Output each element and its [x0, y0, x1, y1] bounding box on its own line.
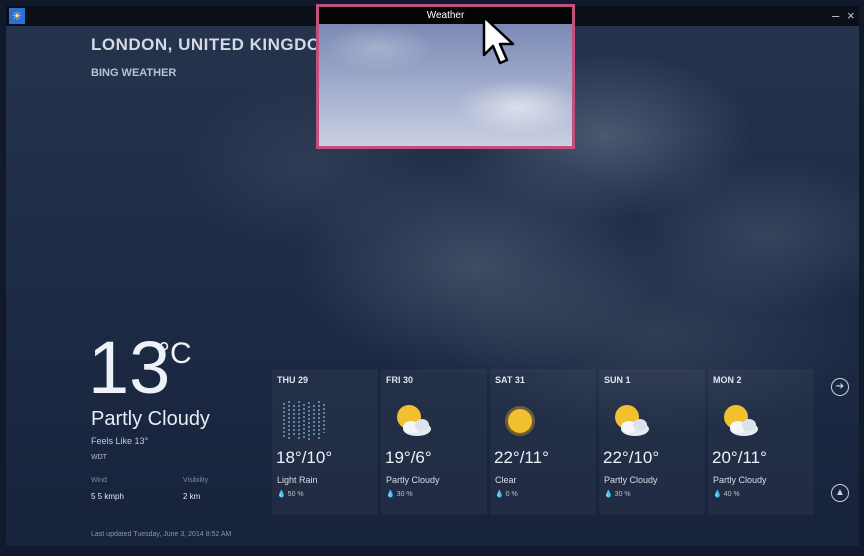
forecast-temp: 20°/11°: [712, 448, 767, 467]
drop-icon: 💧: [386, 491, 395, 498]
provider-label: BING WEATHER: [91, 67, 177, 79]
forecast-day[interactable]: THU 29 18°/10° Light Rain 💧 50 %: [272, 369, 378, 515]
forecast-precip: 💧 0 %: [495, 490, 518, 498]
current-condition: Partly Cloudy: [91, 408, 210, 430]
forecast-day[interactable]: MON 2 20°/11° Partly Cloudy 💧 40 %: [708, 369, 814, 515]
city-name: LONDON, UNITED KINGDOM: [91, 35, 336, 54]
last-updated: Last updated Tuesday, June 3, 2014 8:52 …: [91, 531, 232, 538]
forecast-day-name: MON 2: [713, 375, 742, 385]
forecast-precip: 💧 30 %: [386, 490, 413, 498]
drop-icon: 💧: [713, 491, 722, 498]
drop-icon: 💧: [277, 491, 286, 498]
close-button[interactable]: ×: [847, 7, 855, 25]
minimize-button[interactable]: –: [832, 7, 839, 25]
precip-value: 30 %: [396, 491, 413, 498]
partly-cloudy-icon: [615, 405, 649, 436]
forecast-day[interactable]: SAT 31 22°/11° Clear 💧 0 %: [490, 369, 596, 515]
preview-title: Weather: [319, 7, 572, 24]
visibility-label: Visibility: [183, 477, 209, 484]
weather-station: WDT: [91, 454, 107, 461]
forecast-day[interactable]: SUN 1 22°/10° Partly Cloudy 💧 30 %: [599, 369, 705, 515]
weather-app-icon: ☀: [9, 8, 25, 24]
forecast-desc: Partly Cloudy: [604, 475, 658, 485]
forecast-temp: 22°/10°: [603, 448, 660, 467]
precip-value: 40 %: [723, 491, 740, 498]
visibility-value: 2 km: [183, 492, 201, 501]
drop-icon: 💧: [604, 491, 613, 498]
partly-cloudy-icon: [724, 405, 758, 436]
precip-value: 0 %: [505, 491, 518, 498]
forecast-precip: 💧 40 %: [713, 490, 740, 498]
forecast-precip: 💧 50 %: [277, 490, 304, 498]
scroll-left-icon[interactable]: <: [12, 545, 17, 546]
feels-like: Feels Like 13°: [91, 436, 149, 446]
precip-value: 30 %: [614, 491, 631, 498]
forecast-day[interactable]: FRI 30 19°/6° Partly Cloudy 💧 30 %: [381, 369, 487, 515]
temperature-unit[interactable]: °C: [158, 337, 192, 371]
wind-value: 5 5 kmph: [91, 492, 124, 501]
window-thumbnail-preview[interactable]: Weather: [316, 4, 575, 149]
forecast-day-name: SAT 31: [495, 375, 525, 385]
forecast-desc: Light Rain: [277, 475, 318, 485]
forecast-temp: 18°/10°: [276, 448, 333, 467]
drop-icon: 💧: [495, 491, 504, 498]
scroll-up-icon[interactable]: ▲: [831, 484, 849, 502]
mouse-cursor-icon: [482, 15, 515, 65]
wind-label: Wind: [91, 477, 107, 484]
forecast-day-name: SUN 1: [604, 375, 631, 385]
precip-value: 50 %: [287, 491, 304, 498]
forecast-desc: Partly Cloudy: [386, 475, 440, 485]
next-arrow-icon[interactable]: ➔: [831, 378, 849, 396]
forecast-day-name: FRI 30: [386, 375, 414, 385]
forecast-precip: 💧 30 %: [604, 490, 631, 498]
rain-icon: [283, 401, 325, 441]
forecast-day-name: THU 29: [277, 375, 309, 385]
partly-cloudy-icon: [397, 405, 431, 436]
sun-icon: [505, 406, 535, 436]
forecast-desc: Clear: [495, 475, 517, 485]
forecast-desc: Partly Cloudy: [713, 475, 767, 485]
forecast-temp: 22°/11°: [494, 448, 549, 467]
forecast-temp: 19°/6°: [385, 448, 432, 467]
